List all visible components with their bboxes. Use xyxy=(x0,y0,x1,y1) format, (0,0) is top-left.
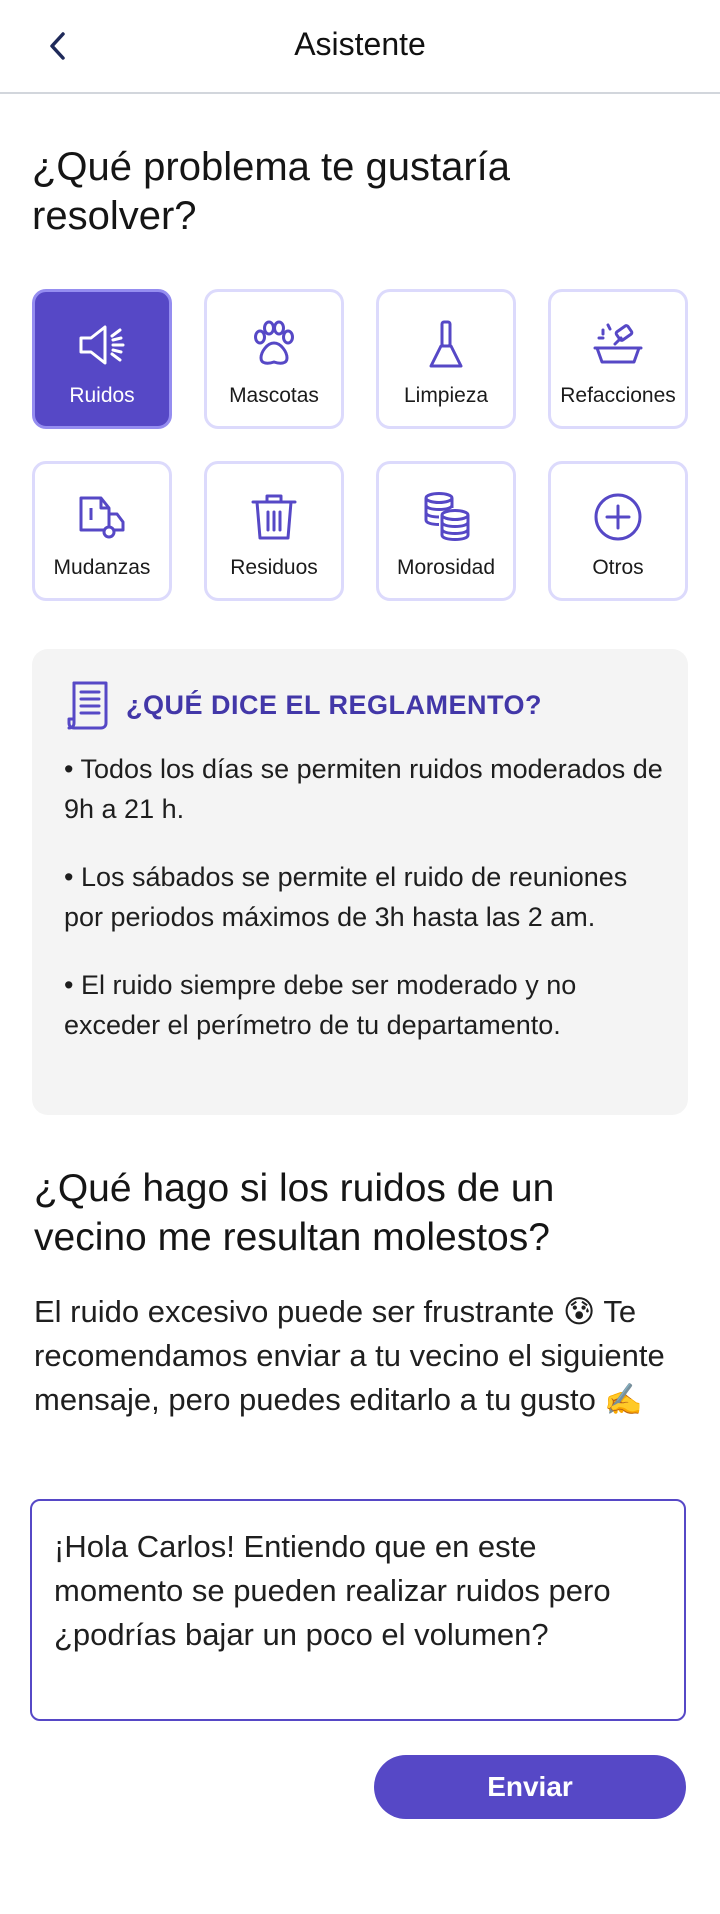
regulation-item: • Los sábados se permite el ruido de reu… xyxy=(64,862,628,932)
trash-icon xyxy=(247,490,301,544)
regulation-heading: ¿QUÉ DICE EL REGLAMENTO? xyxy=(126,689,543,720)
paw-icon xyxy=(247,318,301,372)
document-icon xyxy=(67,681,108,730)
category-morosidad[interactable]: Morosidad xyxy=(376,461,516,601)
category-mudanzas[interactable]: Mudanzas xyxy=(32,461,172,601)
regulation-item: • Todos los días se permiten ruidos mode… xyxy=(64,754,663,824)
category-label: Limpieza xyxy=(403,384,489,407)
advice-text: El ruido excesivo puede ser frustrante 😰… xyxy=(34,1294,665,1417)
category-residuos[interactable]: Residuos xyxy=(204,461,344,601)
category-refacciones[interactable]: Refacciones xyxy=(548,289,688,429)
category-ruidos[interactable]: Ruidos xyxy=(32,289,172,429)
coins-icon xyxy=(419,490,473,544)
message-text: ¡Hola Carlos! Entiendo que en este momen… xyxy=(54,1529,611,1652)
help-title: ¿Qué hago si los ruidos de un vecino me … xyxy=(34,1167,555,1259)
category-label: Mudanzas xyxy=(53,556,151,579)
page-title: Asistente xyxy=(294,26,426,62)
category-label: Mascotas xyxy=(229,384,319,407)
category-label: Refacciones xyxy=(560,384,676,407)
message-textarea[interactable]: ¡Hola Carlos! Entiendo que en este momen… xyxy=(30,1499,686,1721)
category-label: Otros xyxy=(592,556,644,579)
regulation-item: • El ruido siempre debe ser moderado y n… xyxy=(64,970,577,1040)
regulation-card: ¿QUÉ DICE EL REGLAMENTO? • Todos los día… xyxy=(32,649,688,1115)
send-button[interactable]: Enviar xyxy=(374,1755,686,1819)
top-bar: Asistente xyxy=(0,0,720,94)
plus-circle-icon xyxy=(591,490,645,544)
category-label: Ruidos xyxy=(69,384,135,407)
repair-icon xyxy=(591,318,645,372)
regulation-list: • Todos los días se permiten ruidos mode… xyxy=(64,749,664,1073)
speaker-icon xyxy=(75,318,129,372)
question-title: ¿Qué problema te gustaría resolver? xyxy=(32,145,511,238)
moving-truck-icon xyxy=(75,490,129,544)
category-label: Morosidad xyxy=(396,556,496,579)
category-grid: Ruidos Mascotas Limpieza Refacciones Mud… xyxy=(32,289,688,601)
broom-icon xyxy=(419,318,473,372)
category-limpieza[interactable]: Limpieza xyxy=(376,289,516,429)
regulation-header: ¿QUÉ DICE EL REGLAMENTO? xyxy=(66,679,542,731)
category-mascotas[interactable]: Mascotas xyxy=(204,289,344,429)
category-otros[interactable]: Otros xyxy=(548,461,688,601)
category-label: Residuos xyxy=(230,556,318,579)
